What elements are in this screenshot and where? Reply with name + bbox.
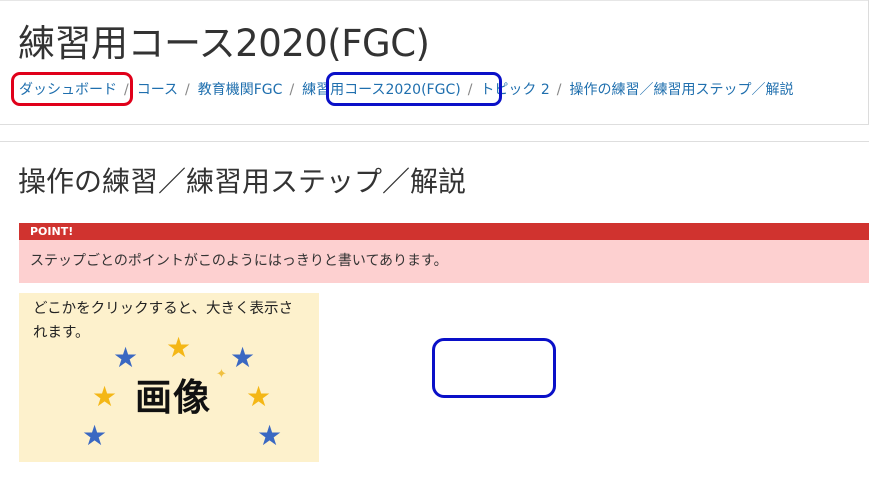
top-border	[0, 0, 869, 1]
star-icon: ★	[257, 419, 283, 452]
image-label: 画像	[135, 376, 211, 419]
breadcrumb-courses[interactable]: コース	[137, 80, 178, 100]
sample-image[interactable]: どこかをクリックすると、大きく表示されます。 ★ ★ ★ ★ ★ ★ ★ ✦ 画…	[19, 293, 319, 462]
star-icon: ★	[230, 341, 256, 374]
page-heading: 操作の練習／練習用ステップ／解説	[18, 165, 467, 198]
breadcrumb-separator: /	[556, 82, 562, 98]
breadcrumb-institution[interactable]: 教育機関FGC	[198, 80, 283, 100]
breadcrumb-separator: /	[289, 82, 295, 98]
point-body: ステップごとのポイントがこのようにはっきりと書いてあります。	[19, 240, 869, 283]
breadcrumb-dashboard[interactable]: ダッシュボード	[19, 80, 117, 100]
breadcrumb-separator: /	[467, 82, 473, 98]
point-header: POINT!	[19, 223, 869, 240]
breadcrumb: ダッシュボード / コース / 教育機関FGC / 練習用コース2020(FGC…	[19, 79, 793, 101]
breadcrumb-separator: /	[185, 82, 190, 98]
header-divider	[0, 124, 869, 125]
star-icon: ★	[113, 341, 139, 374]
blue-highlight-rectangle	[432, 338, 556, 398]
course-title: 練習用コース2020(FGC)	[18, 22, 430, 65]
star-icon: ★	[92, 380, 118, 413]
breadcrumb-separator: /	[124, 82, 129, 98]
content-divider	[0, 141, 869, 142]
breadcrumb-course[interactable]: 練習用コース2020(FGC)	[302, 80, 461, 100]
sparkle-icon: ✦	[216, 367, 227, 382]
breadcrumb-topic[interactable]: トピック 2	[480, 80, 549, 100]
star-icon: ★	[246, 380, 272, 413]
breadcrumb-current-page[interactable]: 操作の練習／練習用ステップ／解説	[569, 80, 793, 100]
star-icon: ★	[82, 419, 108, 452]
star-icon: ★	[166, 331, 192, 364]
point-callout: POINT! ステップごとのポイントがこのようにはっきりと書いてあります。	[19, 223, 869, 283]
